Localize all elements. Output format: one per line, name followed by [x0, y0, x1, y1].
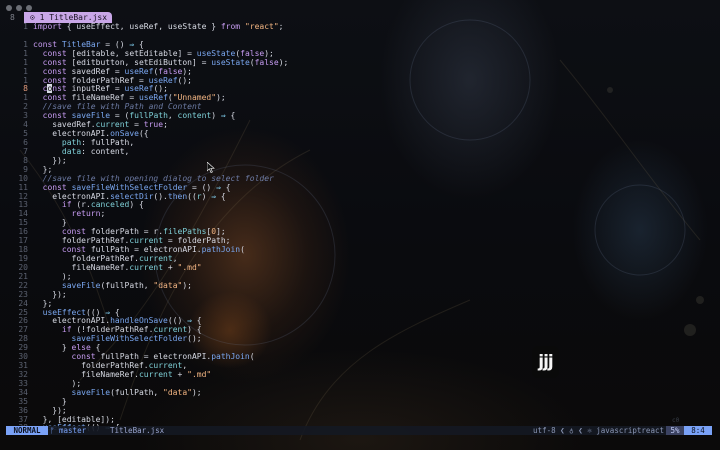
- filetype-label: ⚛ javascriptreact: [587, 426, 664, 435]
- separator-icon: ❮ ♁ ❮: [560, 426, 588, 435]
- code-line[interactable]: 7 data: content,: [0, 147, 720, 157]
- mouse-pointer-icon: [206, 158, 215, 177]
- window-controls[interactable]: [6, 5, 32, 11]
- code-line[interactable]: 28 saveFileWithSelectFolder();: [0, 334, 720, 344]
- code-text[interactable]: import { useEffect, useRef, useState } f…: [33, 22, 284, 32]
- code-line[interactable]: 8 });: [0, 156, 720, 166]
- buffer-tabline: 8 ⊙ 1 TitleBar.jsx: [0, 12, 720, 23]
- maximize-dot[interactable]: [26, 5, 32, 11]
- faint-watermark: c0: [672, 417, 680, 424]
- code-line[interactable]: 32 fileNameRef.current + ".md": [0, 370, 720, 380]
- mode-indicator: NORMAL: [6, 426, 48, 435]
- close-dot[interactable]: [6, 5, 12, 11]
- tab-titlebar-jsx[interactable]: ⊙ 1 TitleBar.jsx: [24, 12, 112, 23]
- encoding-label: utf-8: [533, 426, 556, 435]
- code-line[interactable]: 35 }: [0, 397, 720, 407]
- line-number: 1: [23, 22, 28, 31]
- code-editor[interactable]: 1 import { useEffect, useRef, useState } …: [0, 22, 720, 432]
- code-line[interactable]: 22 saveFile(fullPath, "data");: [0, 281, 720, 291]
- code-line[interactable]: 34 saveFile(fullPath, "data");: [0, 388, 720, 398]
- code-line[interactable]: 23 });: [0, 290, 720, 300]
- status-line: NORMAL ᚠ master TitleBar.jsx utf-8 ❮ ♁ ❮…: [6, 426, 712, 435]
- status-right: utf-8 ❮ ♁ ❮ ⚛ javascriptreact: [533, 426, 664, 435]
- code-line[interactable]: 1 import { useEffect, useRef, useState } …: [0, 22, 720, 32]
- tab-line-number: 8: [10, 13, 15, 22]
- minimize-dot[interactable]: [16, 5, 22, 11]
- scroll-percent: 5%: [666, 426, 684, 435]
- code-line[interactable]: 13 if (r.canceled) {: [0, 200, 720, 210]
- code-line[interactable]: 14 return;: [0, 209, 720, 219]
- cursor-position: 8:4: [684, 426, 712, 435]
- status-filename: TitleBar.jsx: [110, 426, 165, 435]
- code-line[interactable]: 20 fileNameRef.current + ".md": [0, 263, 720, 273]
- app-badge-icon[interactable]: jjj: [532, 346, 559, 378]
- git-branch: ᚠ master: [50, 426, 87, 435]
